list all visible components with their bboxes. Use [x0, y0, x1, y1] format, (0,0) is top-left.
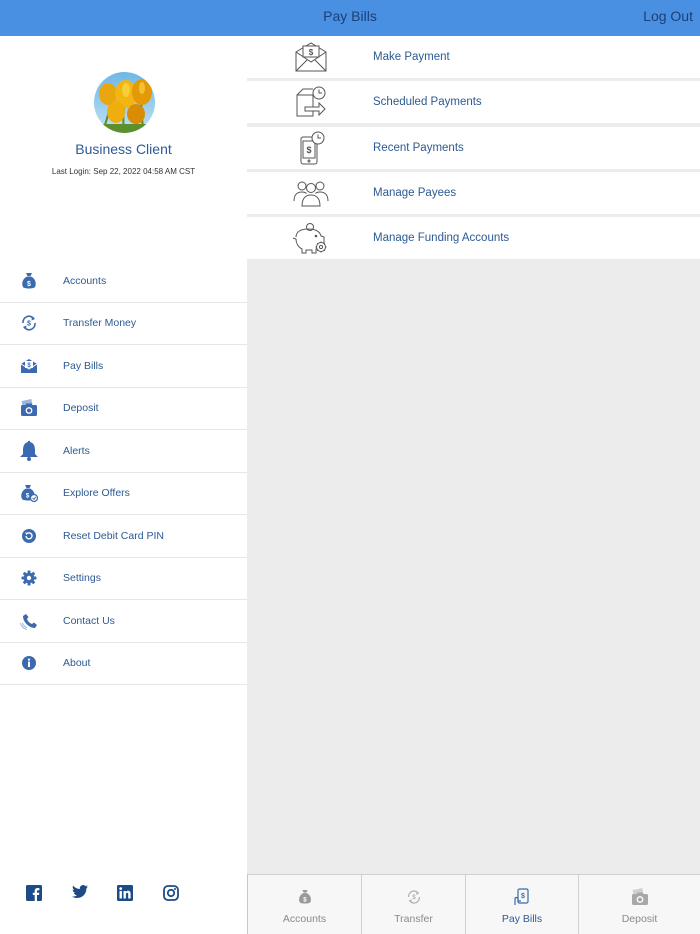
offers-bag-icon: $	[18, 482, 40, 504]
menu-item-make-payment[interactable]: $ Make Payment	[247, 36, 700, 78]
menu-item-label: Manage Payees	[373, 186, 457, 199]
svg-text:$: $	[521, 893, 525, 900]
top-bar: Pay Bills Log Out	[0, 0, 700, 36]
menu-item-label: Recent Payments	[373, 141, 464, 154]
svg-text:$: $	[26, 493, 30, 500]
gear-icon	[18, 567, 40, 589]
sidebar-item-contact-us[interactable]: Contact Us	[0, 600, 247, 643]
sidebar-item-label: Explore Offers	[63, 487, 130, 500]
sidebar-item-about[interactable]: About	[0, 643, 247, 685]
svg-text:$: $	[27, 321, 31, 328]
sidebar-item-reset-debit-card-pin[interactable]: Reset Debit Card PIN	[0, 515, 247, 558]
recent-payment-icon: $	[291, 130, 331, 166]
bell-icon	[18, 440, 40, 462]
sidebar-item-accounts[interactable]: $ Accounts	[0, 260, 247, 303]
bottom-tab-bar: $ Accounts $ Transfer $ Pay Bills Deposi…	[247, 874, 700, 934]
page-title: Pay Bills	[323, 8, 377, 24]
camera-check-icon	[18, 397, 40, 419]
menu-item-manage-funding-accounts[interactable]: Manage Funding Accounts	[247, 217, 700, 260]
twitter-icon[interactable]	[72, 885, 88, 901]
menu-item-scheduled-payments[interactable]: Scheduled Payments	[247, 81, 700, 124]
sidebar-item-pay-bills[interactable]: $ Pay Bills	[0, 345, 247, 388]
phone-icon	[18, 610, 40, 632]
menu-item-manage-payees[interactable]: Manage Payees	[247, 171, 700, 214]
sidebar-item-label: Alerts	[63, 444, 90, 457]
transfer-icon: $	[18, 312, 40, 334]
menu-item-label: Scheduled Payments	[373, 96, 482, 109]
last-login-text: Last Login: Sep 22, 2022 04:58 AM CST	[51, 167, 196, 176]
sidebar-item-label: Settings	[63, 572, 101, 585]
reset-icon	[18, 525, 40, 547]
sidebar-item-label: Pay Bills	[63, 359, 104, 372]
avatar	[94, 72, 155, 133]
sidebar-item-label: Contact Us	[63, 614, 115, 627]
tab-accounts[interactable]: $ Accounts	[248, 875, 362, 934]
tab-label: Deposit	[621, 913, 658, 925]
pay-bills-icon: $	[18, 355, 40, 377]
sidebar-item-label: Transfer Money	[63, 317, 137, 330]
tab-transfer[interactable]: $ Transfer	[362, 875, 466, 934]
menu-item-recent-payments[interactable]: $ Recent Payments	[247, 126, 700, 169]
sidebar-item-label: Reset Debit Card PIN	[63, 529, 164, 542]
linkedin-icon[interactable]	[117, 885, 133, 901]
sidebar-item-explore-offers[interactable]: $ Explore Offers	[0, 473, 247, 515]
money-bag-icon: $	[18, 270, 40, 292]
sidebar: Business Client Last Login: Sep 22, 2022…	[0, 36, 247, 934]
svg-text:$: $	[412, 894, 416, 901]
svg-text:$: $	[27, 281, 31, 288]
info-icon	[18, 652, 40, 674]
scheduled-payment-icon	[291, 84, 331, 120]
tab-label: Pay Bills	[501, 913, 543, 925]
menu-item-label: Make Payment	[373, 51, 450, 63]
tab-label: Transfer	[394, 913, 433, 925]
facebook-icon[interactable]	[26, 885, 42, 901]
sidebar-item-label: About	[63, 657, 91, 670]
pay-bills-menu: $ Make Payment Scheduled Payments $ Rece…	[247, 36, 700, 262]
svg-text:$: $	[306, 145, 311, 155]
payees-group-icon	[291, 175, 331, 211]
pay-bills-icon: $	[512, 887, 532, 907]
sidebar-item-settings[interactable]: Settings	[0, 558, 247, 600]
svg-text:$: $	[303, 896, 307, 903]
sidebar-item-deposit[interactable]: Deposit	[0, 388, 247, 430]
logout-button[interactable]: Log Out	[643, 0, 693, 36]
sidebar-item-label: Accounts	[63, 274, 107, 287]
sidebar-nav: $ Accounts $ Transfer Money $ Pay Bills …	[0, 260, 247, 685]
instagram-icon[interactable]	[163, 885, 179, 901]
menu-item-label: Manage Funding Accounts	[373, 232, 510, 245]
svg-text:$: $	[309, 48, 314, 57]
sidebar-item-transfer-money[interactable]: $ Transfer Money	[0, 303, 247, 345]
envelope-dollar-icon: $	[291, 39, 331, 75]
transfer-icon: $	[404, 887, 424, 907]
sidebar-item-label: Deposit	[63, 402, 99, 415]
social-links	[0, 885, 247, 905]
sidebar-item-alerts[interactable]: Alerts	[0, 430, 247, 473]
camera-check-icon	[630, 887, 650, 907]
tab-deposit[interactable]: Deposit	[579, 875, 700, 934]
money-bag-icon: $	[295, 887, 315, 907]
tab-label: Accounts	[282, 913, 327, 925]
tab-pay-bills[interactable]: $ Pay Bills	[466, 875, 579, 934]
client-name: Business Client	[75, 141, 172, 157]
piggy-bank-icon	[291, 220, 331, 256]
